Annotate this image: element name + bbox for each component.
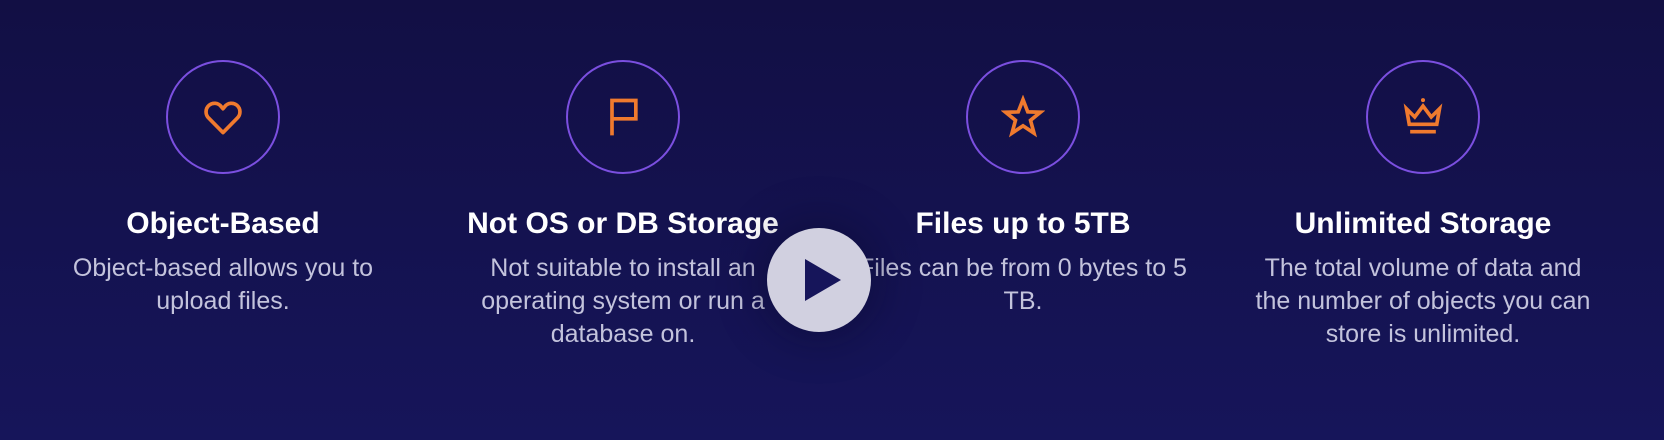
feature-title: Object-Based bbox=[126, 207, 320, 240]
feature-icon-circle bbox=[566, 60, 680, 174]
feature-title: Unlimited Storage bbox=[1294, 207, 1552, 240]
feature-description: Object-based allows you to upload files. bbox=[72, 254, 374, 315]
feature-icon-circle bbox=[966, 60, 1080, 174]
crown-icon bbox=[1403, 98, 1443, 134]
heart-icon bbox=[204, 101, 242, 135]
feature-files-up-to-5tb: Files up to 5TB Files can be from 0 byte… bbox=[833, 60, 1213, 318]
feature-description: Not suitable to install an operating sys… bbox=[481, 254, 765, 348]
features-section: Object-Based Object-based allows you to … bbox=[0, 0, 1664, 440]
feature-object-based: Object-Based Object-based allows you to … bbox=[33, 60, 413, 318]
feature-icon-circle bbox=[1366, 60, 1480, 174]
play-icon bbox=[805, 259, 841, 301]
feature-icon-circle bbox=[166, 60, 280, 174]
star-icon bbox=[1001, 95, 1045, 138]
feature-not-os-db-storage: Not OS or DB Storage Not suitable to ins… bbox=[433, 60, 813, 351]
feature-title: Files up to 5TB bbox=[915, 207, 1131, 240]
flag-icon bbox=[610, 98, 638, 136]
feature-title: Not OS or DB Storage bbox=[467, 207, 779, 240]
feature-description: Files can be from 0 bytes to 5 TB. bbox=[859, 254, 1187, 315]
feature-description: The total volume of data and the number … bbox=[1255, 254, 1591, 348]
play-video-button[interactable] bbox=[767, 228, 871, 332]
feature-unlimited-storage: Unlimited Storage The total volume of da… bbox=[1233, 60, 1613, 351]
